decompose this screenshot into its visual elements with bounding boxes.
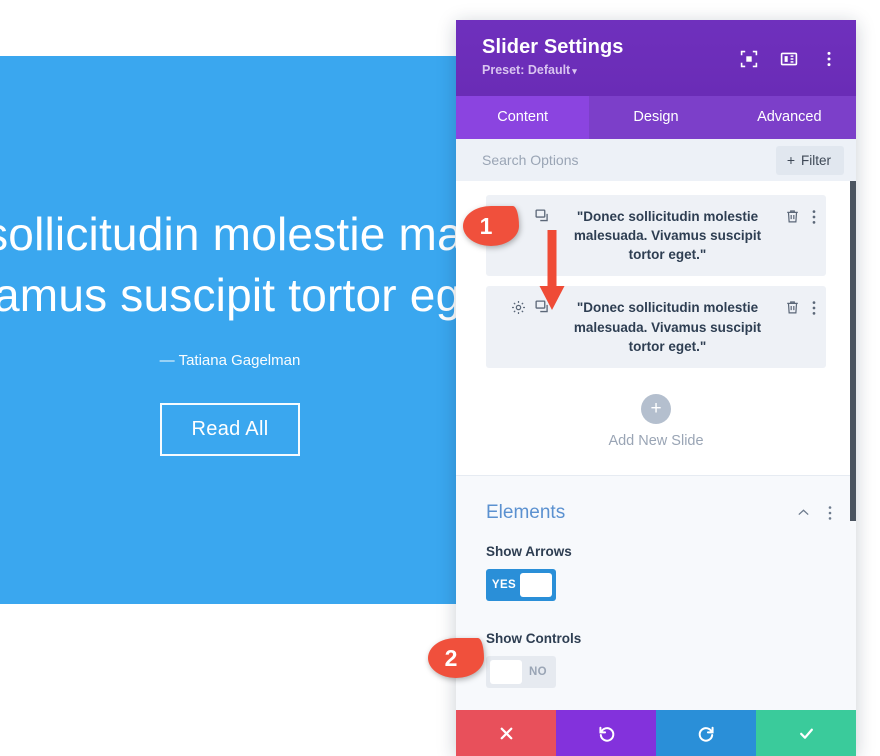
duplicate-icon[interactable] <box>535 209 550 224</box>
slide-title: "Donec sollicitudin molestie malesuada. … <box>573 209 762 263</box>
field-show-arrows: Show Arrows YES <box>456 543 856 601</box>
slider-preview-content: "Donec sollicitudin molestie malesuada. … <box>0 56 460 604</box>
slide-row[interactable]: "Donec sollicitudin molestie malesuada. … <box>486 286 826 368</box>
cancel-button[interactable] <box>456 710 556 756</box>
panel-scrollbar[interactable] <box>850 181 856 521</box>
slider-preview: "Donec sollicitudin molestie malesuada. … <box>0 56 460 604</box>
undo-button[interactable] <box>556 710 656 756</box>
toggle-value-label: NO <box>528 665 548 678</box>
panel-tabs: Content Design Advanced <box>456 96 856 139</box>
section-title: Elements <box>486 501 566 523</box>
preset-label: Preset: Default <box>482 63 571 77</box>
slide-right-icons <box>785 207 816 225</box>
slide-left-icons <box>496 298 550 315</box>
redo-icon <box>698 726 714 742</box>
panel-footer <box>456 710 856 756</box>
gear-icon[interactable] <box>511 300 526 315</box>
field-label: Show Controls <box>486 630 582 646</box>
tab-content[interactable]: Content <box>456 96 590 139</box>
close-icon <box>500 727 512 739</box>
body-spacer <box>456 687 856 710</box>
toggle-value-label: YES <box>491 578 517 591</box>
chevron-down-icon: ▾ <box>572 66 577 76</box>
search-row: + Filter <box>456 139 856 181</box>
show-arrows-toggle[interactable]: YES <box>486 568 556 601</box>
slide-right-icons <box>785 298 816 316</box>
kebab-menu-icon[interactable] <box>820 50 838 68</box>
toggle-knob <box>490 659 522 684</box>
screen-root: "Donec sollicitudin molestie malesuada. … <box>0 0 880 756</box>
slider-settings-panel: Slider Settings Preset: Default ▾ Conten… <box>456 20 856 756</box>
filter-button-label: Filter <box>801 152 831 168</box>
slide-quote-text: "Donec sollicitudin molestie malesuada. … <box>0 208 460 321</box>
read-all-button[interactable]: Read All <box>159 402 301 456</box>
undo-icon <box>598 726 614 742</box>
kebab-menu-icon[interactable] <box>828 505 832 521</box>
duplicate-icon[interactable] <box>535 300 550 315</box>
check-icon <box>799 728 813 739</box>
save-button[interactable] <box>756 710 856 756</box>
plus-icon[interactable]: + <box>641 393 671 424</box>
tab-design[interactable]: Design <box>589 96 722 139</box>
kebab-menu-icon[interactable] <box>812 209 816 225</box>
section-header-icons <box>796 505 832 521</box>
trash-icon[interactable] <box>785 209 800 224</box>
kebab-menu-icon[interactable] <box>812 300 816 316</box>
slide-title: "Donec sollicitudin molestie malesuada. … <box>573 300 762 354</box>
redo-button[interactable] <box>656 710 756 756</box>
add-new-slide-label: Add New Slide <box>608 432 704 449</box>
search-input[interactable] <box>482 152 776 168</box>
slide-left-icons <box>496 207 550 224</box>
panel-body: "Donec sollicitudin molestie malesuada. … <box>456 181 856 710</box>
slide-row[interactable]: "Donec sollicitudin molestie malesuada. … <box>486 195 826 277</box>
panel-header: Slider Settings Preset: Default ▾ <box>456 20 856 96</box>
filter-button[interactable]: + Filter <box>775 145 844 175</box>
chevron-up-icon[interactable] <box>796 505 811 520</box>
toggle-knob <box>520 572 552 597</box>
focus-target-icon[interactable] <box>740 50 758 68</box>
layout-columns-icon[interactable] <box>780 50 798 68</box>
add-new-slide[interactable]: + Add New Slide <box>456 385 856 475</box>
tab-advanced[interactable]: Advanced <box>723 96 856 139</box>
field-show-controls: Show Controls NO <box>456 630 856 688</box>
field-label: Show Arrows <box>486 543 572 559</box>
plus-icon: + <box>786 152 795 168</box>
trash-icon[interactable] <box>785 300 800 315</box>
slides-list: "Donec sollicitudin molestie malesuada. … <box>456 181 856 386</box>
slide-author-text: — Tatiana Gagelman <box>159 351 301 369</box>
show-controls-toggle[interactable]: NO <box>486 655 556 688</box>
panel-header-icons <box>740 50 838 68</box>
section-header-elements[interactable]: Elements <box>456 474 856 544</box>
